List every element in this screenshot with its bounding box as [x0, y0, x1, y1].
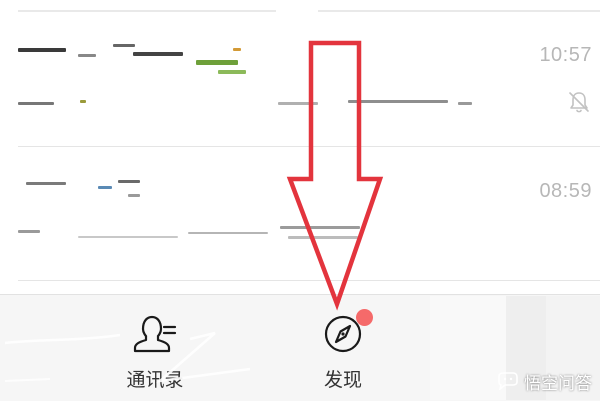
redacted-contact-name: [18, 180, 178, 210]
tab-discover[interactable]: 发现: [283, 295, 403, 401]
message-time: 08:59: [539, 180, 592, 202]
tab-discover-label: 发现: [323, 369, 362, 391]
watermark-text: 悟空问答: [524, 373, 592, 394]
muted-bell-icon: [569, 92, 589, 113]
redacted-contact-name: [18, 42, 258, 82]
top-divider: [318, 10, 600, 12]
wechat-chat-list-screen: 10:57 08:59 通讯录 发现 悟空问答: [0, 0, 600, 401]
watermark: 悟空问答: [496, 368, 592, 394]
speech-bubble-logo-icon: [498, 372, 518, 390]
message-time: 10:57: [539, 44, 592, 66]
redacted-message-preview: [18, 226, 378, 246]
chat-list-item[interactable]: 08:59: [0, 148, 600, 280]
scribble-overlay: [4, 331, 251, 383]
chat-list-item[interactable]: 10:57: [0, 14, 600, 146]
redacted-message-preview: [18, 100, 478, 114]
new-content-badge: [356, 309, 373, 326]
list-divider: [18, 146, 600, 147]
list-divider: [18, 280, 600, 281]
top-divider: [18, 10, 276, 12]
